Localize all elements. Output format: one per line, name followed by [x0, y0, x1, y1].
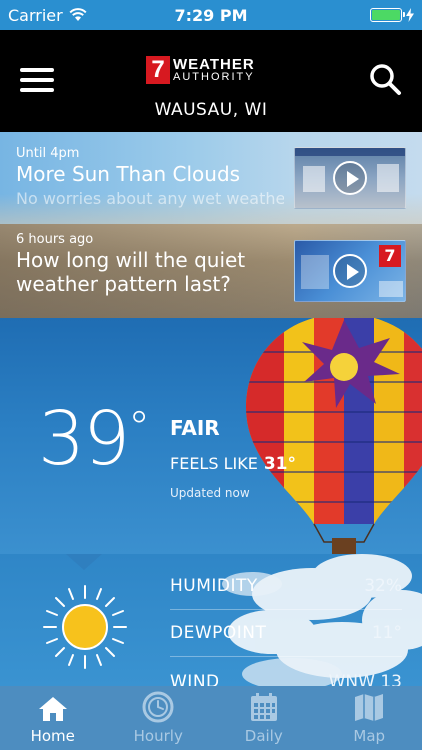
- tab-bar: Home Hourly Daily Map: [0, 686, 422, 750]
- logo-text: WEATHER AUTHORITY: [173, 57, 255, 83]
- feels-like: FEELS LIKE 31°: [170, 454, 296, 474]
- feels-like-value: 31°: [263, 454, 296, 474]
- home-icon: [38, 697, 67, 721]
- news-title-line: How long will the quiet: [16, 248, 246, 272]
- section-notch: [66, 554, 102, 570]
- carrier-label: Carrier: [8, 5, 63, 25]
- hot-air-balloon-image: [246, 318, 422, 554]
- charging-bolt-icon: [406, 8, 414, 22]
- news-meta: 6 hours ago: [16, 232, 94, 247]
- menu-bar: [20, 78, 54, 82]
- dewpoint-row: DEWPOINT 11°: [170, 610, 402, 656]
- menu-bar: [20, 68, 54, 72]
- calendar-icon: [250, 693, 277, 721]
- tab-label: Daily: [244, 727, 283, 745]
- news-title: More Sun Than Clouds: [16, 162, 241, 186]
- feels-like-label: FEELS LIKE: [170, 454, 258, 473]
- play-icon: [333, 254, 367, 288]
- tab-label: Map: [353, 727, 386, 745]
- location-label[interactable]: WAUSAU, WI: [0, 100, 422, 120]
- wifi-icon: [69, 8, 87, 21]
- thumbnail-graphic: [295, 148, 405, 156]
- updated-label: Updated now: [170, 486, 250, 500]
- news-title-line: weather pattern last?: [16, 272, 231, 296]
- play-icon: [333, 161, 367, 195]
- map-icon: [355, 694, 384, 721]
- current-temperature: 39°: [38, 402, 150, 476]
- menu-bar: [20, 88, 54, 92]
- condition-label: FAIR: [170, 416, 220, 440]
- news-meta: Until 4pm: [16, 146, 80, 161]
- brand-logo: 7 WEATHER AUTHORITY: [146, 56, 255, 84]
- tab-hourly[interactable]: Hourly: [106, 686, 212, 750]
- row-divider: [170, 656, 402, 657]
- battery-level: [372, 10, 400, 20]
- detail-value: 32%: [364, 576, 402, 596]
- thumbnail-graphic: [379, 281, 403, 297]
- app-header: 7 WEATHER AUTHORITY WAUSAU, WI: [0, 30, 422, 132]
- tab-label: Hourly: [133, 727, 183, 745]
- sun-icon: [43, 585, 127, 669]
- search-icon[interactable]: [368, 62, 402, 96]
- humidity-row: HUMIDITY 32%: [170, 563, 402, 609]
- news-thumbnail[interactable]: 7: [294, 240, 406, 302]
- detail-label: DEWPOINT: [170, 623, 267, 643]
- degree-symbol: °: [128, 402, 150, 453]
- station-logo-icon: 7: [379, 245, 401, 267]
- news-thumbnail[interactable]: [294, 147, 406, 209]
- logo-line1: WEATHER: [173, 56, 255, 73]
- clock-icon: [142, 691, 174, 723]
- status-bar: Carrier 7:29 PM: [0, 0, 422, 30]
- news-card[interactable]: 6 hours ago How long will the quiet weat…: [0, 224, 422, 318]
- news-title: How long will the quiet weather pattern …: [16, 248, 245, 296]
- tab-label: Home: [30, 727, 75, 745]
- current-conditions: 39° FAIR FEELS LIKE 31° Updated now: [0, 318, 422, 554]
- temperature-value: 39: [38, 396, 130, 482]
- status-left: Carrier: [8, 6, 87, 25]
- battery-icon: [370, 8, 405, 22]
- status-right: [370, 8, 414, 22]
- detail-label: HUMIDITY: [170, 576, 258, 596]
- tab-home[interactable]: Home: [0, 686, 106, 750]
- thumbnail-graphic: [303, 166, 325, 192]
- tab-map[interactable]: Map: [317, 686, 422, 750]
- news-card[interactable]: Until 4pm More Sun Than Clouds No worrie…: [0, 132, 422, 224]
- tab-daily[interactable]: Daily: [211, 686, 317, 750]
- thumbnail-graphic: [377, 164, 399, 192]
- logo-line2: AUTHORITY: [173, 71, 255, 83]
- detail-value: 11°: [371, 623, 402, 643]
- menu-button[interactable]: [20, 68, 54, 92]
- news-subtitle: No worries about any wet weather: [16, 189, 284, 208]
- logo-number: 7: [146, 56, 170, 84]
- thumbnail-graphic: [301, 255, 329, 289]
